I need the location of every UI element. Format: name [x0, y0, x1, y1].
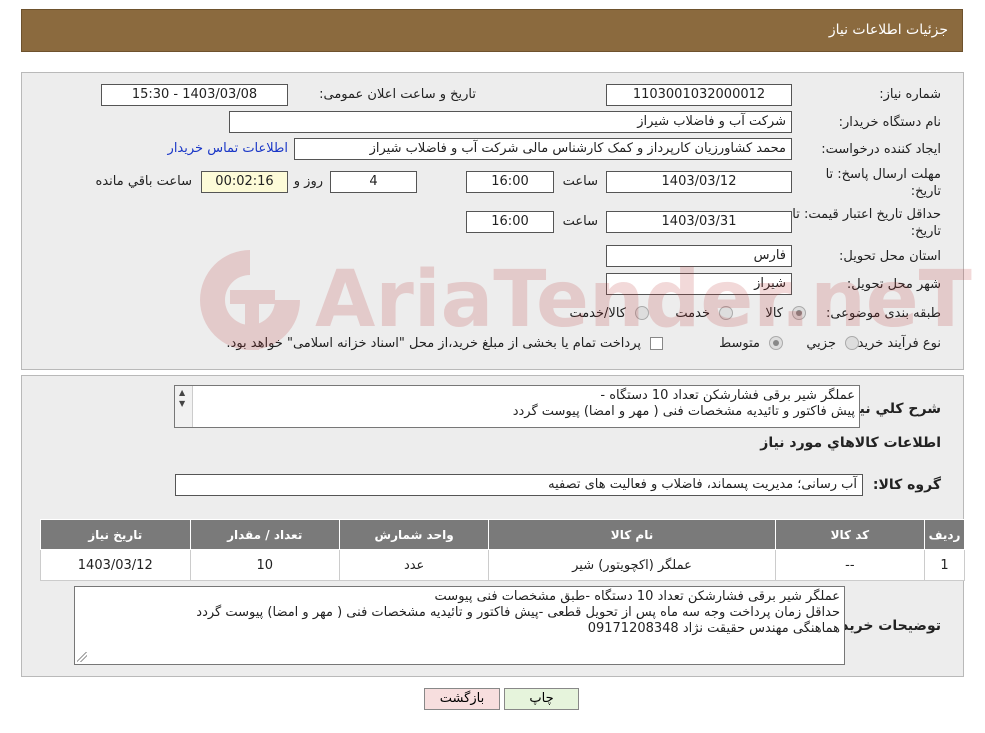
col-unit: واحد شمارش [338, 519, 490, 550]
page-header: جزئیات اطلاعات نیاز [21, 9, 963, 52]
goods-group-label: گروه کالا: [872, 477, 941, 493]
print-button[interactable]: چاپ [504, 688, 579, 710]
city-label: شهر محل تحویل: [846, 277, 941, 292]
days-field[interactable]: 4 [330, 171, 417, 193]
goods-table: رديف کد کالا نام کالا واحد شمارش تعداد /… [40, 519, 965, 581]
city-field[interactable]: شیراز [606, 273, 792, 295]
col-row: رديف [924, 519, 965, 550]
price-date-field[interactable]: 1403/03/31 [606, 211, 792, 233]
need-info-panel: شماره نیاز: 1103001032000012 تاریخ و ساع… [21, 72, 964, 370]
need-number-field[interactable]: 1103001032000012 [606, 84, 792, 106]
col-need-date: تاریخ نیاز [40, 519, 191, 550]
cell-quantity: 10 [189, 549, 340, 581]
remaining-label: ساعت باقي مانده [95, 174, 192, 189]
process-radio-partial[interactable] [845, 336, 859, 350]
treasury-docs-checkbox[interactable] [650, 337, 663, 350]
announce-label: تاریخ و ساعت اعلان عمومی: [319, 87, 476, 102]
summary-textarea[interactable]: عملگر شیر برقی فشارشکن تعداد 10 دستگاه -… [174, 385, 860, 428]
category-label: طبقه بندی موضوعی: [825, 306, 941, 321]
col-name: نام کالا [488, 519, 776, 550]
payment-note: پرداخت تمام یا بخشی از مبلغ خرید،از محل … [226, 336, 641, 351]
days-label: روز و [293, 174, 323, 189]
summary-line-2: پیش فاکتور و تائیدیه مشخصات فنی ( مهر و … [512, 404, 855, 419]
cell-name: عملگر (اکچویتور) شیر [488, 549, 776, 581]
remaining-time-field: 00:02:16 [201, 171, 288, 193]
buyer-org-field[interactable]: شرکت آب و فاضلاب شیراز [229, 111, 792, 133]
resize-grip-icon[interactable] [77, 652, 87, 662]
creator-field[interactable]: محمد کشاورزیان کارپرداز و کمک کارشناس ما… [294, 138, 792, 160]
cell-unit: عدد [338, 549, 490, 581]
process-label: نوع فرآیند خرید : [849, 336, 941, 351]
category-option-service: خدمت [675, 306, 710, 321]
cell-need-date: 1403/03/12 [40, 549, 191, 581]
goods-table-header: رديف کد کالا نام کالا واحد شمارش تعداد /… [40, 519, 965, 550]
summary-line-1: عملگر شیر برقی فشارشکن تعداد 10 دستگاه - [600, 388, 855, 403]
cell-row: 1 [924, 549, 965, 581]
category-option-goods-service: کالا/خدمت [569, 306, 626, 321]
buyer-contact-link[interactable]: اطلاعات تماس خریدار [168, 141, 288, 156]
process-option-partial: جزیي [806, 336, 836, 351]
process-radio-medium[interactable] [769, 336, 783, 350]
category-radio-goods-service[interactable] [635, 306, 649, 320]
province-field[interactable]: فارس [606, 245, 792, 267]
category-option-goods: کالا [765, 306, 783, 321]
scroll-down-icon[interactable]: ▼ [179, 400, 185, 408]
buyer-notes-textarea[interactable]: عملگر شیر برقی فشارشکن تعداد 10 دستگاه -… [74, 586, 845, 665]
category-radio-service[interactable] [719, 306, 733, 320]
reply-date-field[interactable]: 1403/03/12 [606, 171, 792, 193]
reply-deadline-label: مهلت ارسال پاسخ: تا تاریخ: [825, 167, 941, 199]
reply-time-field[interactable]: 16:00 [466, 171, 554, 193]
page-title: جزئیات اطلاعات نیاز [828, 22, 948, 38]
process-option-medium: متوسط [719, 336, 760, 351]
scroll-up-icon[interactable]: ▲ [179, 389, 185, 397]
buyer-notes-line-2: حداقل زمان پرداخت وجه سه ماه پس از تحویل… [196, 605, 840, 620]
buyer-notes-line-3: هماهنگی مهندس حقیقت نژاد 09171208348 [587, 621, 840, 636]
category-radio-goods[interactable] [792, 306, 806, 320]
back-button[interactable]: بازگشت [424, 688, 500, 710]
goods-group-field[interactable]: آب رسانی؛ مدیریت پسماند، فاضلاب و فعالیت… [175, 474, 863, 496]
price-time-field[interactable]: 16:00 [466, 211, 554, 233]
creator-label: ایجاد کننده درخواست: [821, 142, 941, 157]
summary-scrollbar[interactable]: ▲ ▼ [175, 386, 193, 427]
col-quantity: تعداد / مقدار [189, 519, 340, 550]
price-validity-label: حداقل تاریخ اعتبار قیمت: تا تاریخ: [792, 207, 941, 239]
announce-field[interactable]: 1403/03/08 - 15:30 [101, 84, 288, 106]
col-code: کد کالا [774, 519, 926, 550]
goods-info-title: اطلاعات كالاهاي مورد نياز [760, 435, 941, 451]
buyer-org-label: نام دستگاه خریدار: [838, 115, 941, 130]
reply-time-label: ساعت [562, 174, 598, 189]
cell-code: -- [774, 549, 926, 581]
price-time-label: ساعت [562, 214, 598, 229]
table-row: 1 -- عملگر (اکچویتور) شیر عدد 10 1403/03… [40, 549, 965, 581]
province-label: استان محل تحویل: [839, 249, 941, 264]
details-panel: شرح كلي نياز: عملگر شیر برقی فشارشکن تعد… [21, 375, 965, 677]
buyer-notes-line-1: عملگر شیر برقی فشارشکن تعداد 10 دستگاه -… [434, 589, 840, 604]
need-number-label: شماره نیاز: [879, 87, 941, 102]
